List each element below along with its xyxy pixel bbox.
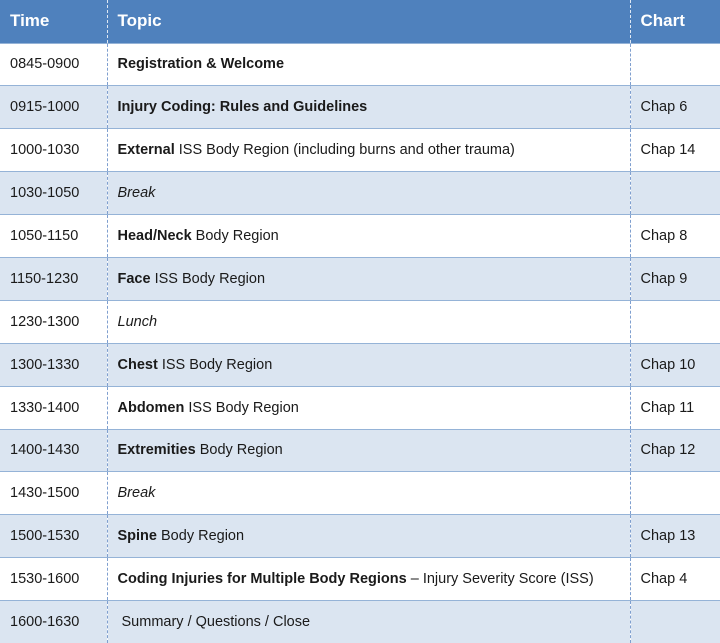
chart-cell xyxy=(629,600,720,643)
header-chart: Chart xyxy=(629,0,720,43)
table-row: 1050-1150 Head/Neck Body Region Chap 8 xyxy=(0,214,720,258)
topic-italic: Break xyxy=(117,185,156,202)
time-cell: 1230-1300 xyxy=(0,299,107,344)
topic-rest: ISS Body Region xyxy=(157,356,273,373)
schedule-table: Time Topic Chart 0845-0900 Registration … xyxy=(0,0,720,643)
table-row: 1600-1630 Summary / Questions / Close xyxy=(0,600,720,643)
time-cell: 1050-1150 xyxy=(0,214,107,258)
topic-bold: Injury Coding: Rules and Guidelines xyxy=(117,99,368,116)
topic-cell: External ISS Body Region (including burn… xyxy=(106,128,630,172)
topic-italic: Lunch xyxy=(117,313,158,330)
time-cell: 1150-1230 xyxy=(0,256,107,301)
header-row: Time Topic Chart xyxy=(0,0,720,43)
time-cell: 1600-1630 xyxy=(0,600,107,643)
topic-bold: Face xyxy=(117,270,151,287)
topic-rest: ISS Body Region xyxy=(150,270,266,287)
topic-italic: Break xyxy=(117,485,156,502)
topic-bold: Chest xyxy=(117,356,158,373)
table-row: 1530-1600 Coding Injuries for Multiple B… xyxy=(0,557,720,601)
time-cell: 1330-1400 xyxy=(0,385,107,430)
chart-cell: Chap 9 xyxy=(629,256,720,301)
topic-bold: Coding Injuries for Multiple Body Region… xyxy=(117,571,407,588)
topic-cell: Spine Body Region xyxy=(106,514,630,558)
topic-plain: Summary / Questions / Close xyxy=(121,614,311,631)
table-row: 1030-1050 Break xyxy=(0,171,720,215)
header-topic: Topic xyxy=(106,0,630,43)
table-row: 1330-1400 Abdomen ISS Body Region Chap 1… xyxy=(0,385,720,430)
chart-cell: Chap 8 xyxy=(629,214,720,258)
topic-cell: Break xyxy=(106,471,630,515)
chart-cell xyxy=(629,299,720,344)
topic-rest: ISS Body Region (including burns and oth… xyxy=(174,142,515,159)
topic-cell: Coding Injuries for Multiple Body Region… xyxy=(106,557,630,601)
time-cell: 1030-1050 xyxy=(0,171,107,215)
topic-cell: Lunch xyxy=(106,299,630,344)
time-cell: 1500-1530 xyxy=(0,514,107,558)
topic-bold: Spine xyxy=(117,528,157,545)
topic-cell: Break xyxy=(106,171,630,215)
chart-cell: Chap 6 xyxy=(629,85,720,129)
topic-bold: External xyxy=(117,142,175,159)
topic-cell: Head/Neck Body Region xyxy=(106,214,630,258)
topic-cell: Chest ISS Body Region xyxy=(106,342,630,387)
chart-cell: Chap 14 xyxy=(629,128,720,172)
topic-bold: Registration & Welcome xyxy=(117,56,285,73)
topic-cell: Face ISS Body Region xyxy=(106,256,630,301)
topic-bold: Extremities xyxy=(117,442,196,459)
time-cell: 0915-1000 xyxy=(0,85,107,129)
table-row: 1300-1330 Chest ISS Body Region Chap 10 xyxy=(0,342,720,387)
time-cell: 1430-1500 xyxy=(0,471,107,515)
topic-cell: Abdomen ISS Body Region xyxy=(106,385,630,430)
chart-cell: Chap 12 xyxy=(629,428,720,472)
topic-cell: Extremities Body Region xyxy=(106,428,630,472)
chart-cell xyxy=(629,42,720,86)
topic-cell: Summary / Questions / Close xyxy=(106,600,630,643)
topic-rest: Body Region xyxy=(195,442,283,459)
chart-cell: Chap 11 xyxy=(629,385,720,430)
topic-cell: Injury Coding: Rules and Guidelines xyxy=(106,85,630,129)
topic-cell: Registration & Welcome xyxy=(106,42,630,86)
time-cell: 1300-1330 xyxy=(0,342,107,387)
chart-cell xyxy=(629,171,720,215)
table-row: 1000-1030 External ISS Body Region (incl… xyxy=(0,128,720,172)
table-header: Time Topic Chart xyxy=(0,0,720,43)
topic-bold: Abdomen xyxy=(117,399,185,416)
table-row: 1430-1500 Break xyxy=(0,471,720,515)
table-row: 1400-1430 Extremities Body Region Chap 1… xyxy=(0,428,720,472)
topic-rest: ISS Body Region xyxy=(184,399,299,416)
table-row: 1150-1230 Face ISS Body Region Chap 9 xyxy=(0,256,720,301)
table-row: 0915-1000 Injury Coding: Rules and Guide… xyxy=(0,85,720,129)
topic-bold: Head/Neck xyxy=(117,228,192,244)
table-row: 1230-1300 Lunch xyxy=(0,299,720,344)
header-time: Time xyxy=(0,0,107,43)
time-cell: 1530-1600 xyxy=(0,557,107,601)
chart-cell xyxy=(629,471,720,515)
topic-rest: Body Region xyxy=(191,228,279,244)
table-row: 1500-1530 Spine Body Region Chap 13 xyxy=(0,514,720,558)
topic-rest: – Injury Severity Score (ISS) xyxy=(406,571,594,588)
time-cell: 1400-1430 xyxy=(0,428,107,472)
topic-rest: Body Region xyxy=(156,528,245,545)
time-cell: 1000-1030 xyxy=(0,128,107,172)
table-row: 0845-0900 Registration & Welcome xyxy=(0,42,720,86)
time-cell: 0845-0900 xyxy=(0,42,107,86)
chart-cell: Chap 10 xyxy=(629,342,720,387)
chart-cell: Chap 13 xyxy=(629,514,720,558)
chart-cell: Chap 4 xyxy=(629,557,720,601)
